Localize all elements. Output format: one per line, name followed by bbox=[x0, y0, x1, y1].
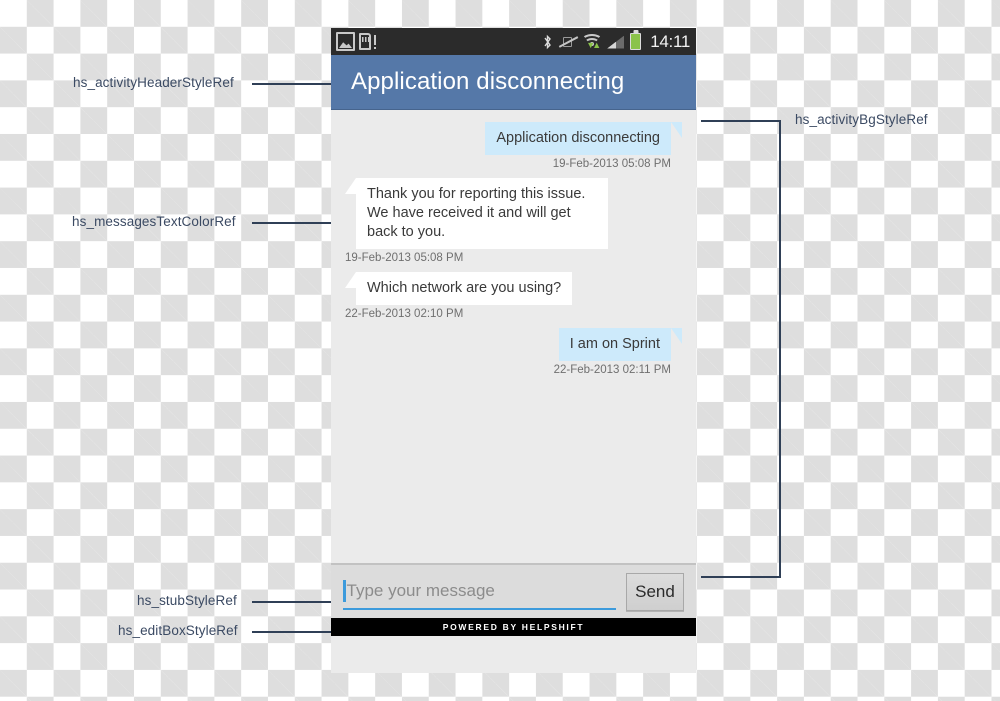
message-row: Which network are you using? 22-Feb-2013… bbox=[344, 272, 682, 320]
page-title: Application disconnecting bbox=[351, 68, 625, 95]
message-timestamp: 19-Feb-2013 05:08 PM bbox=[552, 158, 671, 170]
connector-activity-bg-top bbox=[701, 120, 781, 122]
connector-stub bbox=[252, 601, 331, 603]
annotation-label-activity-header: hs_activityHeaderStyleRef bbox=[73, 75, 234, 90]
powered-by-text: POWERED BY HELPSHIFT bbox=[442, 622, 585, 632]
message-timestamp: 22-Feb-2013 02:10 PM bbox=[345, 308, 464, 320]
powered-by-footer: POWERED BY HELPSHIFT bbox=[331, 618, 696, 636]
status-bar-notifications bbox=[336, 32, 376, 51]
phone-screen: ▼ ▲ 14:11 Application disconnecting Appli… bbox=[331, 28, 696, 673]
message-input[interactable]: Type your message bbox=[343, 574, 616, 610]
wifi-icon: ▼ ▲ bbox=[581, 34, 603, 50]
status-bar-system-icons: ▼ ▲ 14:11 bbox=[542, 32, 690, 52]
message-bubble: I am on Sprint bbox=[558, 328, 683, 361]
send-button[interactable]: Send bbox=[626, 572, 684, 611]
status-bar-clock: 14:11 bbox=[650, 31, 690, 51]
connector-messages-text-color bbox=[252, 222, 331, 224]
gallery-icon bbox=[336, 32, 355, 51]
battery-icon bbox=[630, 33, 642, 50]
annotation-label-editbox: hs_editBoxStyleRef bbox=[118, 623, 238, 638]
message-input-placeholder: Type your message bbox=[346, 580, 495, 600]
message-timestamp: 19-Feb-2013 05:08 PM bbox=[345, 252, 464, 264]
bluetooth-icon bbox=[542, 34, 553, 50]
message-row: I am on Sprint 22-Feb-2013 02:11 PM bbox=[345, 328, 683, 376]
connector-editbox bbox=[252, 631, 331, 633]
sd-card-warning-icon bbox=[359, 32, 376, 51]
connector-activity-bg-bottom bbox=[701, 576, 781, 578]
app-header: Application disconnecting bbox=[331, 55, 696, 110]
annotation-label-stub: hs_stubStyleRef bbox=[137, 593, 237, 608]
message-input-bar: Type your message Send bbox=[331, 565, 696, 618]
conversation-list[interactable]: Application disconnecting 19-Feb-2013 05… bbox=[331, 110, 696, 563]
message-bubble: Which network are you using? bbox=[344, 272, 573, 305]
connector-activity-bg-vertical bbox=[779, 120, 781, 578]
message-bubble: Thank you for reporting this issue. We h… bbox=[345, 178, 608, 249]
signal-icon bbox=[607, 35, 625, 49]
message-timestamp: 22-Feb-2013 02:11 PM bbox=[553, 364, 671, 376]
message-row: Thank you for reporting this issue. We h… bbox=[345, 178, 682, 264]
annotation-label-activity-bg: hs_activityBgStyleRef bbox=[795, 112, 928, 127]
text-caret bbox=[343, 579, 346, 602]
annotation-label-messages-text-color: hs_messagesTextColorRef bbox=[72, 214, 236, 229]
status-bar: ▼ ▲ 14:11 bbox=[331, 28, 696, 55]
message-row: Application disconnecting 19-Feb-2013 05… bbox=[345, 122, 682, 170]
message-bubble: Application disconnecting bbox=[485, 122, 682, 155]
vibrate-muted-icon bbox=[559, 35, 579, 49]
connector-activity-header bbox=[252, 83, 331, 85]
